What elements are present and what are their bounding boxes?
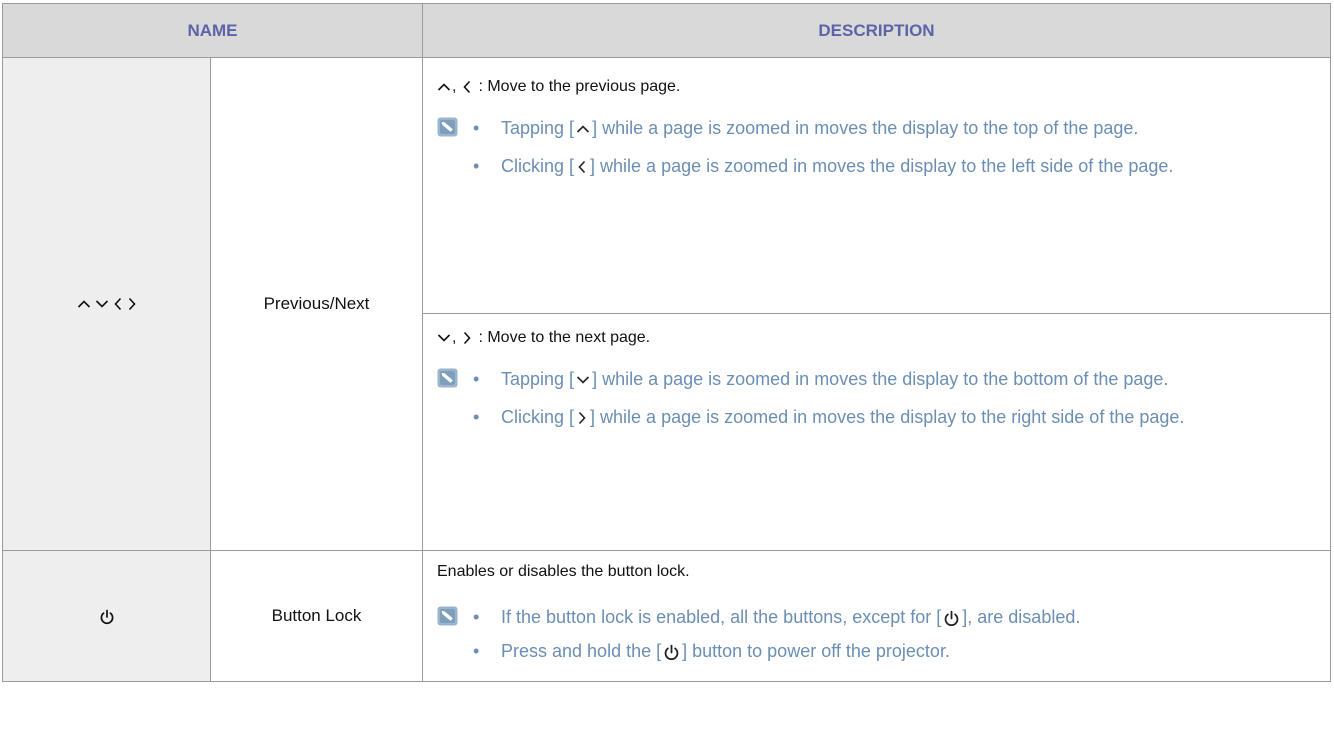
description-cell: , : Move to the previous page. • Tapping… bbox=[422, 57, 1331, 314]
list-item: • Tapping [] while a page is zoomed in m… bbox=[473, 369, 1169, 389]
name-cell-navigation bbox=[2, 57, 211, 551]
table-header-row: NAME DESCRIPTION bbox=[2, 3, 1331, 58]
note-icon bbox=[437, 117, 458, 137]
chevron-right-icon bbox=[462, 331, 472, 345]
power-icon bbox=[943, 610, 960, 627]
description-main: Enables or disables the button lock. bbox=[437, 563, 1306, 581]
note-block: • Tapping [] while a page is zoomed in m… bbox=[437, 114, 1306, 190]
list-item: • Press and hold the [] button to power … bbox=[473, 641, 950, 661]
list-item: • Tapping [] while a page is zoomed in m… bbox=[473, 118, 1139, 138]
chevron-right-icon bbox=[127, 297, 137, 311]
name-cell-power bbox=[2, 550, 211, 682]
list-item: • Clicking [] while a page is zoomed in … bbox=[473, 407, 1185, 427]
description-column-header: DESCRIPTION bbox=[422, 3, 1331, 58]
chevron-left-icon bbox=[462, 80, 472, 94]
power-icon bbox=[99, 609, 115, 625]
chevron-left-icon bbox=[577, 160, 587, 174]
chevron-left-icon bbox=[113, 297, 123, 311]
note-block: • If the button lock is enabled, all the… bbox=[437, 603, 1306, 665]
note-block: • Tapping [] while a page is zoomed in m… bbox=[437, 365, 1306, 441]
table-row: Button Lock Enables or disables the butt… bbox=[2, 550, 1331, 682]
description-text: : Move to the next page. bbox=[478, 329, 651, 346]
chevron-up-icon bbox=[77, 299, 91, 309]
chevron-down-icon bbox=[95, 299, 109, 309]
chevron-up-icon bbox=[437, 82, 451, 92]
chevron-down-icon bbox=[437, 333, 451, 343]
name-column-header: NAME bbox=[2, 3, 423, 58]
description-text: Enables or disables the button lock. bbox=[437, 563, 690, 580]
chevron-up-icon bbox=[576, 124, 590, 134]
list-item: • Clicking [] while a page is zoomed in … bbox=[473, 156, 1174, 176]
description-main: , : Move to the previous page. bbox=[437, 78, 1306, 96]
list-item: • If the button lock is enabled, all the… bbox=[473, 607, 1081, 627]
description-cell: Enables or disables the button lock. • I… bbox=[422, 550, 1331, 682]
description-text: : Move to the previous page. bbox=[478, 78, 681, 95]
chevron-down-icon bbox=[576, 375, 590, 385]
function-cell: Button Lock bbox=[210, 550, 423, 682]
chevron-right-icon bbox=[577, 411, 587, 425]
info-table: NAME DESCRIPTION Previous/Next ,: Move … bbox=[2, 3, 1331, 682]
note-icon bbox=[437, 606, 458, 626]
description-main: , : Move to the next page. bbox=[437, 329, 1306, 347]
table-row: Previous/Next , : Move to the previous p… bbox=[2, 57, 1331, 551]
description-cell: , : Move to the next page. • Tapping [] … bbox=[422, 313, 1331, 551]
function-cell: Previous/Next bbox=[210, 57, 423, 551]
power-icon bbox=[663, 644, 680, 661]
note-icon bbox=[437, 368, 458, 388]
